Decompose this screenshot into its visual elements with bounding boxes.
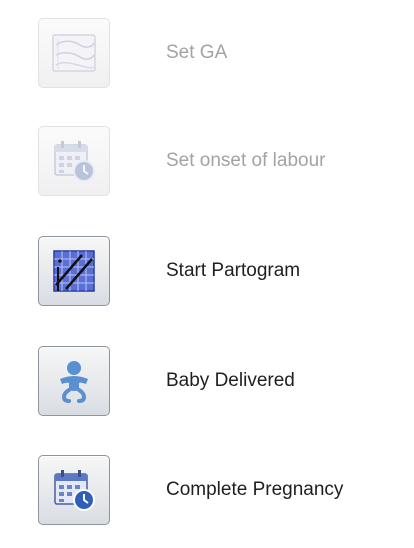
set-ga-button[interactable]: Set GA xyxy=(38,15,398,91)
partogram-graph-icon xyxy=(38,236,110,306)
calendar-clock-icon xyxy=(38,126,110,196)
start-partogram-label: Start Partogram xyxy=(166,260,301,281)
set-onset-of-labour-label: Set onset of labour xyxy=(166,150,326,171)
action-menu: Set GA Set onset of labour Start Partogr… xyxy=(0,0,414,548)
set-ga-label: Set GA xyxy=(166,42,228,63)
set-onset-of-labour-button[interactable]: Set onset of labour xyxy=(38,123,398,199)
baby-delivered-button[interactable]: Baby Delivered xyxy=(38,343,398,419)
ga-chart-icon xyxy=(38,18,110,88)
start-partogram-button[interactable]: Start Partogram xyxy=(38,233,398,309)
baby-icon xyxy=(38,346,110,416)
complete-pregnancy-button[interactable]: Complete Pregnancy xyxy=(38,452,398,528)
baby-delivered-label: Baby Delivered xyxy=(166,370,295,391)
complete-pregnancy-label: Complete Pregnancy xyxy=(166,479,344,500)
calendar-clock-icon xyxy=(38,455,110,525)
